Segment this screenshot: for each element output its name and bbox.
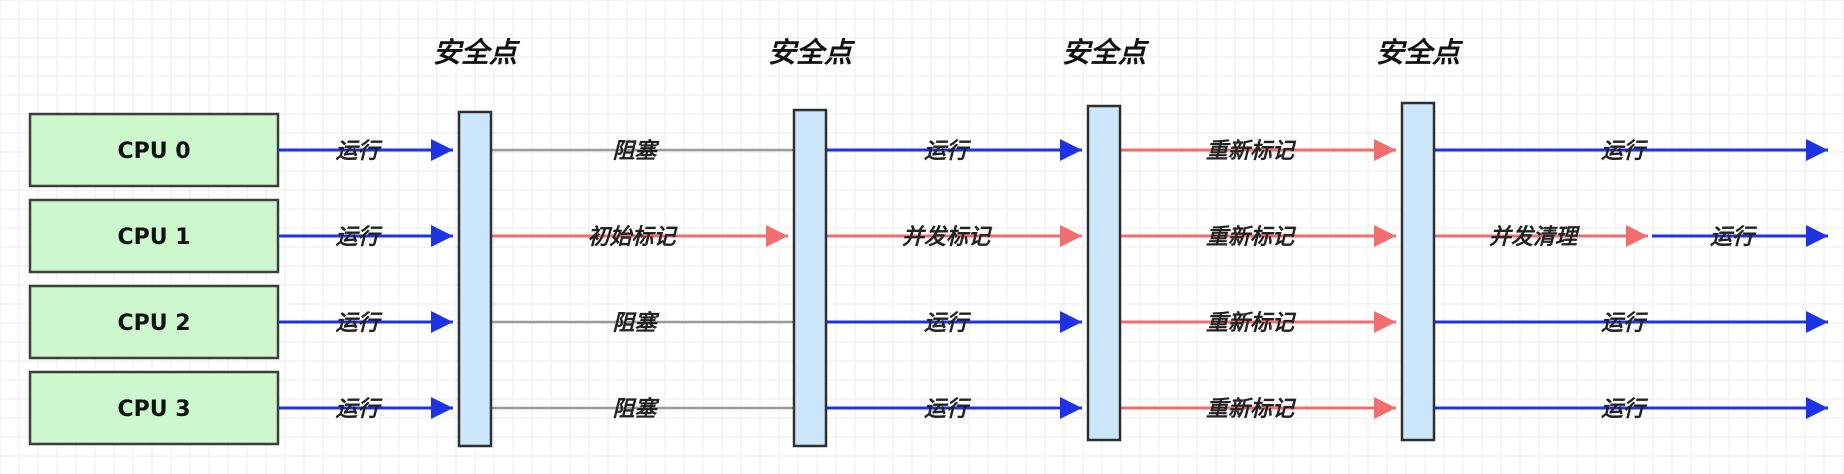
safepoint-label-0: 安全点 [433, 36, 521, 69]
segment-label-cpu2-4: 运行 [1601, 311, 1649, 336]
segment-label-cpu2-0: 运行 [335, 311, 383, 336]
safepoint-label-2: 安全点 [1062, 36, 1150, 69]
cpu-label-2: CPU 2 [117, 311, 190, 336]
segment-label-cpu1-3: 重新标记 [1206, 224, 1297, 250]
segment-label-cpu3-0: 运行 [335, 397, 383, 422]
segment-label-cpu1-5: 运行 [1710, 225, 1758, 250]
segment-label-cpu2-1: 阻塞 [612, 310, 660, 336]
segment-label-cpu3-4: 运行 [1601, 397, 1649, 422]
safepoint-bar-1 [792, 108, 828, 448]
safepoint-bar-3 [1400, 101, 1436, 442]
segment-label-cpu2-2: 运行 [924, 311, 972, 336]
segment-label-cpu0-1: 阻塞 [612, 138, 660, 164]
segment-label-cpu2-3: 重新标记 [1206, 310, 1297, 336]
safepoint-label-1: 安全点 [768, 36, 856, 69]
cms-gc-timeline-diagram: 安全点 安全点 安全点 安全点CPU 0 运行 阻塞 运行 重新标记 运行CPU 1 运行 初始标记… [0, 0, 1844, 474]
segment-label-cpu0-3: 重新标记 [1206, 138, 1297, 164]
cpu-label-3: CPU 3 [117, 397, 190, 422]
segment-label-cpu0-2: 运行 [924, 139, 972, 164]
safepoint-bar-0 [457, 110, 493, 448]
segment-label-cpu3-1: 阻塞 [612, 396, 660, 422]
segment-label-cpu0-4: 运行 [1601, 139, 1649, 164]
cpu-label-1: CPU 1 [117, 225, 190, 250]
segment-label-cpu3-3: 重新标记 [1206, 396, 1297, 422]
safepoint-label-3: 安全点 [1376, 36, 1464, 69]
segment-label-cpu3-2: 运行 [924, 397, 972, 422]
segment-label-cpu1-4: 并发清理 [1489, 224, 1581, 250]
cpu-label-0: CPU 0 [117, 139, 190, 164]
segment-label-cpu1-1: 初始标记 [587, 224, 678, 250]
safepoint-bar-2 [1086, 104, 1122, 442]
segment-label-cpu1-2: 并发标记 [902, 224, 993, 250]
diagram-canvas: 安全点 安全点 安全点 安全点 CPU 0 运行 阻塞 运行 重新标记 运行 CPU 1 运行 初始标记… [0, 0, 1844, 474]
segment-label-cpu1-0: 运行 [335, 225, 383, 250]
segment-label-cpu0-0: 运行 [335, 139, 383, 164]
